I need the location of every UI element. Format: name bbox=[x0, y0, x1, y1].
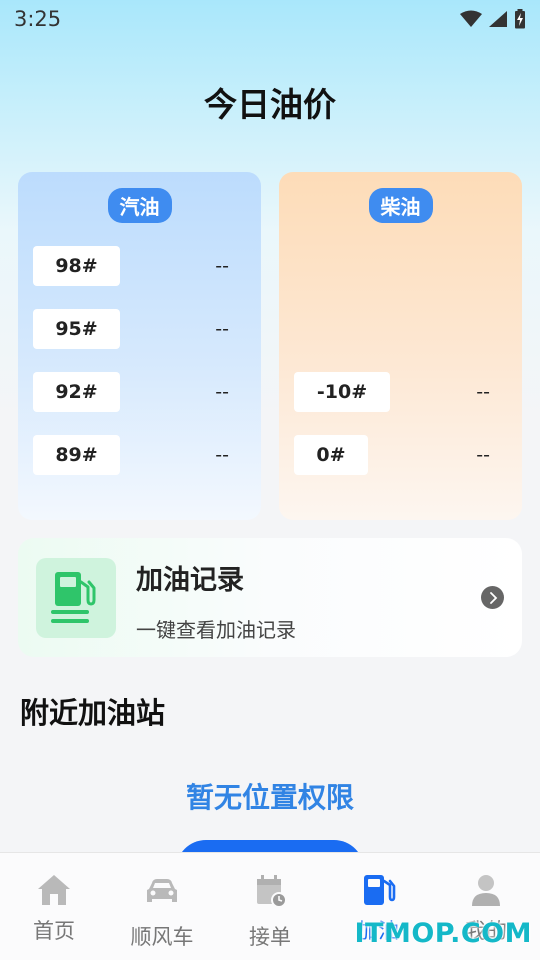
watermark-logo: ITMOP.COM bbox=[354, 918, 532, 949]
battery-charging-icon bbox=[515, 9, 525, 29]
grade-label: 89# bbox=[33, 435, 120, 475]
car-icon bbox=[147, 879, 177, 902]
gasoline-row-95: 95# -- bbox=[33, 309, 245, 349]
refuel-record-card[interactable]: 加油记录 一键查看加油记录 bbox=[18, 538, 522, 657]
refuel-record-title: 加油记录 bbox=[136, 565, 244, 596]
no-location-permission-text: 暂无位置权限 bbox=[185, 781, 354, 814]
diesel-label: 柴油 bbox=[368, 188, 433, 223]
nav-item-orders[interactable]: 接单 bbox=[216, 853, 324, 960]
fuel-icon bbox=[364, 875, 396, 905]
grade-label: 92# bbox=[33, 372, 120, 412]
gasoline-price-card: 汽油 98# -- 95# -- 92# -- 89# -- bbox=[18, 172, 261, 520]
diesel-row-minus10: -10# -- bbox=[294, 372, 506, 412]
diesel-price-card: 柴油 -10# -- 0# -- bbox=[279, 172, 522, 520]
person-icon bbox=[472, 875, 500, 906]
diesel-row-0: 0# -- bbox=[294, 435, 506, 475]
grade-price: -- bbox=[215, 444, 229, 466]
calendar-clock-icon bbox=[257, 875, 287, 908]
status-bar: 3:25 bbox=[0, 0, 540, 38]
grade-label: 0# bbox=[294, 435, 368, 475]
nav-item-carpool[interactable]: 顺风车 bbox=[108, 853, 216, 960]
grade-price: -- bbox=[476, 381, 490, 403]
gasoline-row-98: 98# -- bbox=[33, 246, 245, 286]
nav-item-home[interactable]: 首页 bbox=[0, 853, 108, 960]
nearby-stations-title: 附近加油站 bbox=[20, 696, 166, 730]
nav-label-orders: 接单 bbox=[249, 925, 291, 949]
gasoline-row-89: 89# -- bbox=[33, 435, 245, 475]
nav-label-carpool: 顺风车 bbox=[130, 925, 194, 949]
home-icon bbox=[38, 875, 70, 905]
grade-price: -- bbox=[215, 318, 229, 340]
signal-icon bbox=[489, 11, 507, 27]
chevron-right-icon[interactable] bbox=[481, 586, 504, 609]
grade-label: 95# bbox=[33, 309, 120, 349]
status-icons bbox=[460, 9, 526, 29]
grade-price: -- bbox=[476, 444, 490, 466]
grade-price: -- bbox=[215, 381, 229, 403]
status-time: 3:25 bbox=[14, 7, 62, 31]
page-title: 今日油价 bbox=[204, 85, 336, 124]
grade-label: 98# bbox=[33, 246, 120, 286]
grade-price: -- bbox=[215, 255, 229, 277]
wifi-icon bbox=[460, 10, 482, 27]
grade-label: -10# bbox=[294, 372, 390, 412]
nav-label-home: 首页 bbox=[33, 919, 75, 943]
refuel-record-subtitle: 一键查看加油记录 bbox=[136, 618, 296, 642]
gasoline-label: 汽油 bbox=[107, 188, 172, 223]
fuel-pump-icon bbox=[36, 558, 116, 638]
gasoline-row-92: 92# -- bbox=[33, 372, 245, 412]
